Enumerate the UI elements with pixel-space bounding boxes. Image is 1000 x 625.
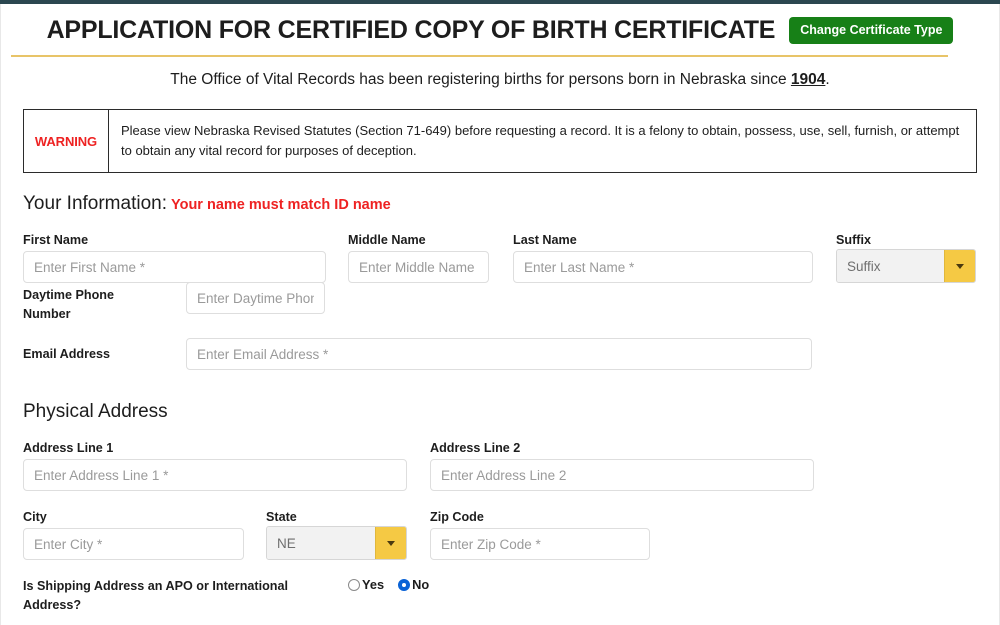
first-name-label: First Name bbox=[23, 233, 89, 248]
suffix-label: Suffix bbox=[836, 233, 871, 248]
your-information-note: Your name must match ID name bbox=[171, 197, 391, 214]
subtitle-text-after: . bbox=[825, 71, 830, 88]
chevron-down-icon[interactable] bbox=[944, 250, 975, 283]
apo-radio-yes[interactable]: Yes bbox=[348, 577, 384, 592]
apo-radio-yes-label: Yes bbox=[362, 577, 385, 593]
radio-yes-dot[interactable] bbox=[348, 578, 360, 591]
chevron-down-icon[interactable] bbox=[375, 527, 406, 560]
zip-code-label: Zip Code bbox=[430, 510, 484, 525]
state-label: State bbox=[266, 510, 297, 525]
daytime-phone-label-line1: Daytime Phone bbox=[23, 288, 114, 303]
email-address-input[interactable] bbox=[186, 338, 812, 371]
page-header: APPLICATION FOR CERTIFIED COPY OF BIRTH … bbox=[0, 4, 1000, 51]
address-line-1-input[interactable] bbox=[23, 459, 407, 492]
daytime-phone-input[interactable] bbox=[186, 282, 325, 315]
warning-label: WARNING bbox=[34, 133, 98, 149]
your-information-heading: Your Information: bbox=[23, 193, 167, 215]
warning-box: WARNING Please view Nebraska Revised Sta… bbox=[23, 109, 977, 174]
warning-label-cell: WARNING bbox=[24, 110, 109, 173]
your-information-fields: First Name Middle Name Last Name Suffix … bbox=[0, 221, 1000, 381]
apo-radio-no-label: No bbox=[412, 577, 430, 593]
your-information-heading-row: Your Information: Your name must match I… bbox=[23, 193, 1000, 215]
apo-question-label-line1: Is Shipping Address an APO or Internatio… bbox=[23, 579, 288, 594]
warning-text: Please view Nebraska Revised Statutes (S… bbox=[121, 123, 960, 159]
last-name-input[interactable] bbox=[513, 251, 813, 284]
caret-glyph bbox=[956, 263, 964, 269]
apo-radio-no[interactable]: No bbox=[398, 577, 429, 592]
registration-subtitle: The Office of Vital Records has been reg… bbox=[0, 57, 1000, 91]
subtitle-text-before: The Office of Vital Records has been reg… bbox=[170, 71, 791, 88]
subtitle-year: 1904 bbox=[790, 71, 826, 88]
first-name-input[interactable] bbox=[23, 251, 326, 284]
state-select-value: NE bbox=[267, 527, 375, 560]
physical-address-fields: Address Line 1 Address Line 2 City State… bbox=[0, 429, 1000, 612]
apo-question-label-line2: Address? bbox=[23, 597, 82, 612]
daytime-phone-label: Daytime Phone Number bbox=[23, 286, 173, 323]
email-address-label: Email Address bbox=[23, 347, 111, 362]
middle-name-label: Middle Name bbox=[348, 233, 426, 248]
application-form-page: APPLICATION FOR CERTIFIED COPY OF BIRTH … bbox=[0, 4, 1000, 612]
middle-name-input[interactable] bbox=[348, 251, 489, 284]
daytime-phone-label-line2: Number bbox=[23, 306, 71, 321]
radio-no-dot[interactable] bbox=[398, 578, 411, 591]
caret-glyph bbox=[387, 540, 395, 546]
page-title: APPLICATION FOR CERTIFIED COPY OF BIRTH … bbox=[46, 16, 776, 44]
address-line-1-label: Address Line 1 bbox=[23, 441, 114, 456]
apo-radio-group: Yes No bbox=[348, 577, 429, 592]
suffix-select-value: Suffix bbox=[837, 250, 944, 283]
state-select[interactable]: NE bbox=[266, 526, 407, 561]
city-input[interactable] bbox=[23, 528, 244, 561]
last-name-label: Last Name bbox=[513, 233, 577, 248]
change-certificate-type-button[interactable]: Change Certificate Type bbox=[789, 16, 954, 45]
city-label: City bbox=[23, 510, 47, 525]
suffix-select[interactable]: Suffix bbox=[836, 249, 976, 284]
apo-question-label: Is Shipping Address an APO or Internatio… bbox=[23, 577, 323, 614]
physical-address-heading: Physical Address bbox=[23, 401, 168, 423]
address-line-2-input[interactable] bbox=[430, 459, 814, 492]
zip-code-input[interactable] bbox=[430, 528, 650, 561]
address-line-2-label: Address Line 2 bbox=[430, 441, 521, 456]
